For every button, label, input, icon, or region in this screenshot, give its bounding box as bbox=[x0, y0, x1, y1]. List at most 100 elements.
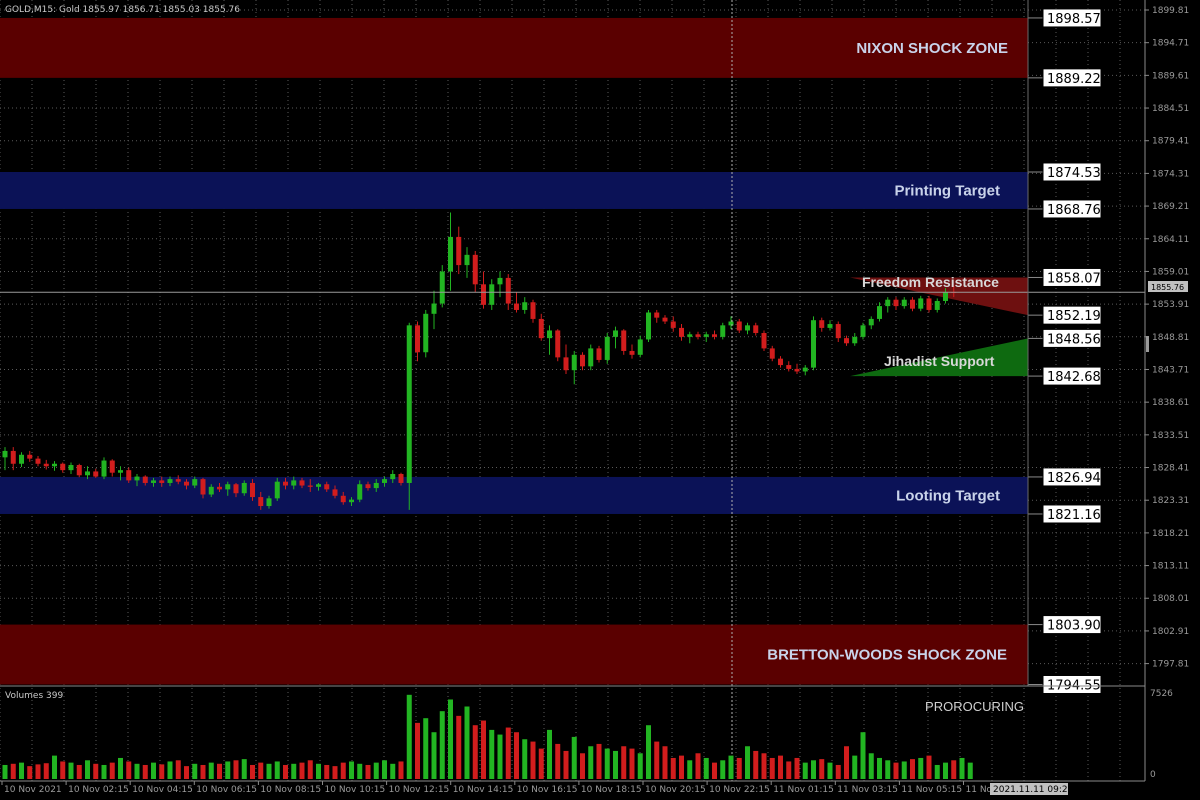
candle-body bbox=[52, 463, 57, 467]
price-axis[interactable]: 1899.81 1894.71 1889.61 1884.51 1879.41 1874.… bbox=[1145, 6, 1189, 670]
candle-body bbox=[225, 484, 231, 490]
time-tick-label: 10 Nov 2021 bbox=[4, 785, 62, 795]
volume-bar bbox=[877, 757, 882, 779]
volume-bar bbox=[472, 725, 478, 779]
symbol-info: GOLD,M15: Gold 1855.97 1856.71 1855.03 1… bbox=[5, 5, 240, 15]
candle-body bbox=[745, 325, 750, 331]
volume-bar bbox=[291, 763, 297, 779]
price-tick-label: 1828.41 bbox=[1152, 464, 1189, 474]
volume-max-label: 7526 bbox=[1150, 689, 1173, 699]
level-box-label: 1803.90 bbox=[1047, 619, 1101, 634]
volume-bar bbox=[266, 763, 272, 779]
candle-body bbox=[860, 325, 866, 337]
volume-bar bbox=[76, 764, 82, 779]
candle-body bbox=[299, 480, 305, 486]
price-tick-label: 1884.51 bbox=[1152, 104, 1189, 114]
level-box-label: 1858.07 bbox=[1047, 271, 1101, 286]
candle-body bbox=[175, 479, 181, 482]
price-tick-label: 1802.91 bbox=[1152, 627, 1189, 637]
candle-body bbox=[406, 325, 412, 483]
looting-target-label: Looting Target bbox=[896, 487, 1000, 504]
candle-body bbox=[208, 486, 214, 495]
candle-body bbox=[340, 495, 346, 503]
candle-body bbox=[415, 325, 420, 353]
price-tick-label: 1853.91 bbox=[1152, 300, 1189, 310]
volume-bar bbox=[934, 764, 940, 779]
price-tick-label: 1848.81 bbox=[1152, 333, 1189, 343]
volume-bar bbox=[555, 743, 561, 779]
zone-band[interactable] bbox=[0, 171, 1028, 209]
volume-bar bbox=[464, 706, 470, 779]
candle-body bbox=[778, 358, 783, 366]
volume-bar bbox=[505, 727, 511, 779]
price-scale-handle[interactable] bbox=[1146, 336, 1149, 352]
volume-bar bbox=[530, 741, 536, 779]
candle-body bbox=[555, 330, 561, 358]
volume-bar bbox=[299, 762, 305, 779]
candle-body bbox=[712, 334, 717, 337]
volume-bar bbox=[951, 760, 957, 779]
volume-bar bbox=[118, 757, 123, 779]
volume-bar bbox=[637, 753, 643, 779]
level-box-label: 1821.16 bbox=[1047, 508, 1101, 523]
volume-bar bbox=[159, 764, 165, 779]
time-tick-label: 10 Nov 06:15 bbox=[196, 785, 257, 795]
candle-body bbox=[687, 334, 693, 337]
volume-bar bbox=[547, 729, 552, 779]
candle-body bbox=[85, 471, 90, 476]
volume-bar bbox=[439, 711, 445, 779]
volume-bar bbox=[868, 753, 874, 779]
time-tick-label: 10 Nov 08:15 bbox=[260, 785, 321, 795]
candle-body bbox=[27, 454, 33, 459]
volume-bar bbox=[745, 746, 750, 779]
candle-body bbox=[629, 350, 635, 355]
volume-bar bbox=[68, 762, 74, 779]
volume-bar bbox=[794, 757, 800, 779]
candle-body bbox=[43, 463, 49, 467]
bretton-woods-shock-label: BRETTON-WOODS SHOCK ZONE bbox=[767, 647, 1007, 664]
time-tick-label: 11 Nov 05:15 bbox=[901, 785, 962, 795]
volume-bar bbox=[563, 750, 569, 779]
candle-body bbox=[159, 480, 165, 483]
volume-bar bbox=[340, 762, 346, 779]
candle-body bbox=[802, 367, 808, 372]
volume-bar bbox=[423, 718, 429, 779]
candle-body bbox=[76, 465, 82, 476]
price-tick-label: 1899.81 bbox=[1152, 6, 1189, 16]
volume-bar bbox=[802, 762, 808, 779]
trading-chart[interactable]: NIXON SHOCK ZONE Printing Target Looting… bbox=[0, 0, 1200, 800]
volume-bar bbox=[27, 766, 33, 779]
candle-body bbox=[918, 298, 924, 309]
candle-body bbox=[844, 338, 849, 344]
volume-bar bbox=[382, 760, 387, 779]
candle-body bbox=[233, 484, 239, 494]
price-tick-label: 1813.11 bbox=[1152, 562, 1189, 572]
candle-body bbox=[769, 348, 775, 359]
volume-bar bbox=[43, 763, 49, 779]
candle-body bbox=[266, 498, 272, 507]
volume-bar bbox=[93, 763, 99, 779]
candle-body bbox=[423, 313, 429, 353]
candle-body bbox=[398, 473, 404, 483]
candle-body bbox=[613, 330, 618, 337]
volume-bar bbox=[167, 761, 173, 779]
volume-bar bbox=[406, 694, 412, 779]
volume-bar bbox=[258, 762, 264, 779]
candle-body bbox=[481, 284, 486, 305]
candle-body bbox=[60, 463, 66, 471]
candle-body bbox=[390, 473, 396, 480]
volume-bar bbox=[662, 746, 668, 779]
candle-body bbox=[720, 325, 726, 337]
volume-bar bbox=[654, 741, 660, 779]
volume-bar bbox=[332, 766, 338, 779]
level-box-label: 1868.76 bbox=[1047, 203, 1101, 218]
candle-body bbox=[530, 302, 536, 319]
time-tick-label: 10 Nov 14:15 bbox=[453, 785, 514, 795]
volume-bar bbox=[819, 759, 825, 779]
candle-body bbox=[274, 481, 280, 499]
volume-bar bbox=[489, 729, 495, 779]
candle-body bbox=[93, 471, 99, 477]
candle-body bbox=[2, 450, 8, 458]
price-tick-label: 1818.21 bbox=[1152, 529, 1189, 539]
time-tick-label: 11 Nov 01:15 bbox=[773, 785, 834, 795]
